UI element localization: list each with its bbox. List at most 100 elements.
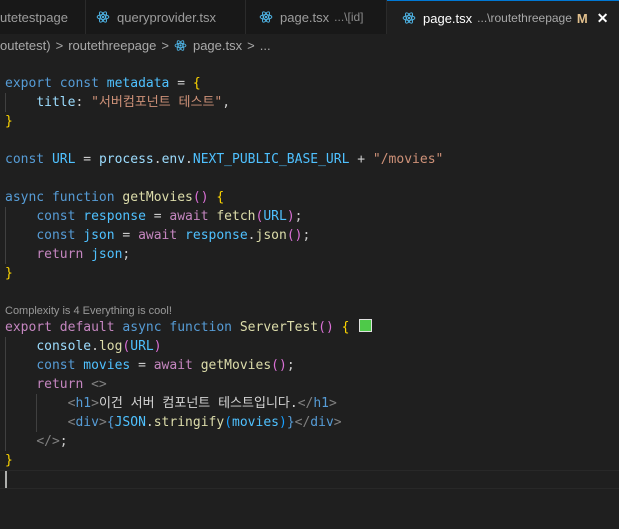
token-function: json <box>255 228 287 243</box>
code-line: async function getMovies() { <box>5 188 224 207</box>
token-punct: , <box>222 95 231 110</box>
token-bracket: { <box>192 76 201 91</box>
code-line: export const metadata = { <box>5 74 201 93</box>
token-tag-name: div <box>75 415 99 430</box>
react-icon <box>96 11 110 23</box>
token-keyword: async <box>122 320 162 335</box>
token-keyword: export <box>5 76 52 91</box>
token-property: env <box>161 152 186 167</box>
breadcrumb-item-more[interactable]: ... <box>260 38 271 53</box>
breadcrumb-item-file[interactable]: page.tsx <box>193 38 242 53</box>
token-bracket: } <box>5 453 13 468</box>
chevron-right-icon: > <box>161 37 169 53</box>
tab-routetestpage[interactable]: utetestpage <box>0 0 86 34</box>
token-punct: . <box>247 228 256 243</box>
token-constant: movies <box>83 358 131 373</box>
token-constant: movies <box>232 415 279 430</box>
token-control: await <box>169 209 209 224</box>
token-property: title <box>36 95 76 110</box>
token-tag: </> <box>36 434 60 449</box>
breadcrumb-item-routethreepage[interactable]: routethreepage <box>68 38 156 53</box>
token-operator: = <box>145 209 170 224</box>
token-punct: . <box>145 415 154 430</box>
token-bracket: } <box>286 415 295 430</box>
token-tag-name: div <box>310 415 334 430</box>
token-tag: > <box>329 396 337 411</box>
token-constant: response <box>185 228 248 243</box>
react-icon <box>402 12 416 24</box>
codelens-complexity[interactable]: Complexity is 4 Everything is cool! <box>5 303 172 319</box>
tab-description: ...\routethreepage <box>477 11 572 25</box>
code-line: } <box>5 451 13 470</box>
code-editor[interactable]: export const metadata = { title: "서버컴포넌트… <box>0 56 619 529</box>
token-constant: response <box>83 209 146 224</box>
color-swatch-icon <box>359 319 373 332</box>
token-control: export <box>5 320 52 335</box>
code-line: const URL = process.env.NEXT_PUBLIC_BASE… <box>5 150 443 169</box>
token-tag: > <box>98 415 107 430</box>
tab-queryprovider[interactable]: queryprovider.tsx <box>86 0 246 34</box>
tab-label: page.tsx <box>280 9 330 25</box>
token-string: "서버컴포넌트 테스트" <box>91 95 223 110</box>
token-punct: . <box>91 339 99 354</box>
token-constant: metadata <box>106 76 170 91</box>
code-line: <div>{JSON.stringify(movies)}</div> <box>5 413 342 432</box>
code-line: </>; <box>5 432 67 451</box>
token-bracket: ) <box>286 209 295 224</box>
token-function: log <box>98 339 123 354</box>
token-variable: console <box>36 339 92 354</box>
token-variable: process <box>98 152 154 167</box>
token-operator: = <box>114 228 139 243</box>
token-jsx-text: 이건 서버 컴포넌트 테스트입니다. <box>98 396 298 411</box>
code-line: return <> <box>5 375 107 394</box>
token-constant: json <box>83 228 115 243</box>
code-line: } <box>5 264 13 283</box>
code-line: const movies = await getMovies(); <box>5 356 294 375</box>
token-bracket: ) <box>278 415 287 430</box>
tab-label: utetestpage <box>0 9 68 25</box>
token-operator: = <box>169 76 193 91</box>
chevron-right-icon: > <box>247 37 255 53</box>
token-function: getMovies <box>122 190 193 205</box>
token-function: getMovies <box>200 358 272 373</box>
token-bracket: () <box>318 320 334 335</box>
token-bracket: ( <box>224 415 233 430</box>
close-icon[interactable]: ✕ <box>597 10 609 27</box>
code-line: const json = await response.json(); <box>5 226 310 245</box>
tab-label: page.tsx <box>423 10 473 26</box>
token-bracket: () <box>271 358 287 373</box>
chevron-right-icon: > <box>55 37 64 53</box>
current-line-highlight <box>0 470 619 489</box>
react-icon <box>259 11 273 23</box>
token-bracket: () <box>192 190 209 205</box>
token-keyword: const <box>36 228 76 243</box>
token-keyword: const <box>36 358 76 373</box>
token-keyword: const <box>5 152 45 167</box>
token-function: stringify <box>153 415 225 430</box>
token-bracket: { <box>216 190 225 205</box>
tab-page-routethreepage[interactable]: page.tsx ...\routethreepage M ✕ <box>387 0 619 35</box>
token-control: await <box>138 228 178 243</box>
token-bracket: { <box>341 320 350 335</box>
code-line: return json; <box>5 245 130 264</box>
code-line: const response = await fetch(URL); <box>5 207 302 226</box>
editor-tab-bar: utetestpage queryprovider.tsx page.tsx .… <box>0 0 619 35</box>
tab-page-id[interactable]: page.tsx ...\[id] <box>246 0 387 34</box>
token-operator: = <box>75 152 99 167</box>
token-bracket: } <box>5 114 13 129</box>
token-bracket: () <box>286 228 303 243</box>
token-tag: <> <box>91 377 107 392</box>
token-punct: ; <box>302 228 311 243</box>
code-line: title: "서버컴포넌트 테스트", <box>5 93 230 112</box>
token-tag-name: h1 <box>75 396 92 411</box>
token-tag: </ <box>294 415 311 430</box>
token-bracket: ) <box>153 339 162 354</box>
breadcrumb-item-folder[interactable]: outetest) <box>0 38 51 53</box>
code-line: console.log(URL) <box>5 337 162 356</box>
token-control: default <box>59 320 115 335</box>
text-cursor <box>5 471 7 488</box>
token-operator: + <box>349 152 373 167</box>
token-function: fetch <box>216 209 256 224</box>
token-punct: : <box>75 95 92 110</box>
token-bracket: { <box>106 415 115 430</box>
